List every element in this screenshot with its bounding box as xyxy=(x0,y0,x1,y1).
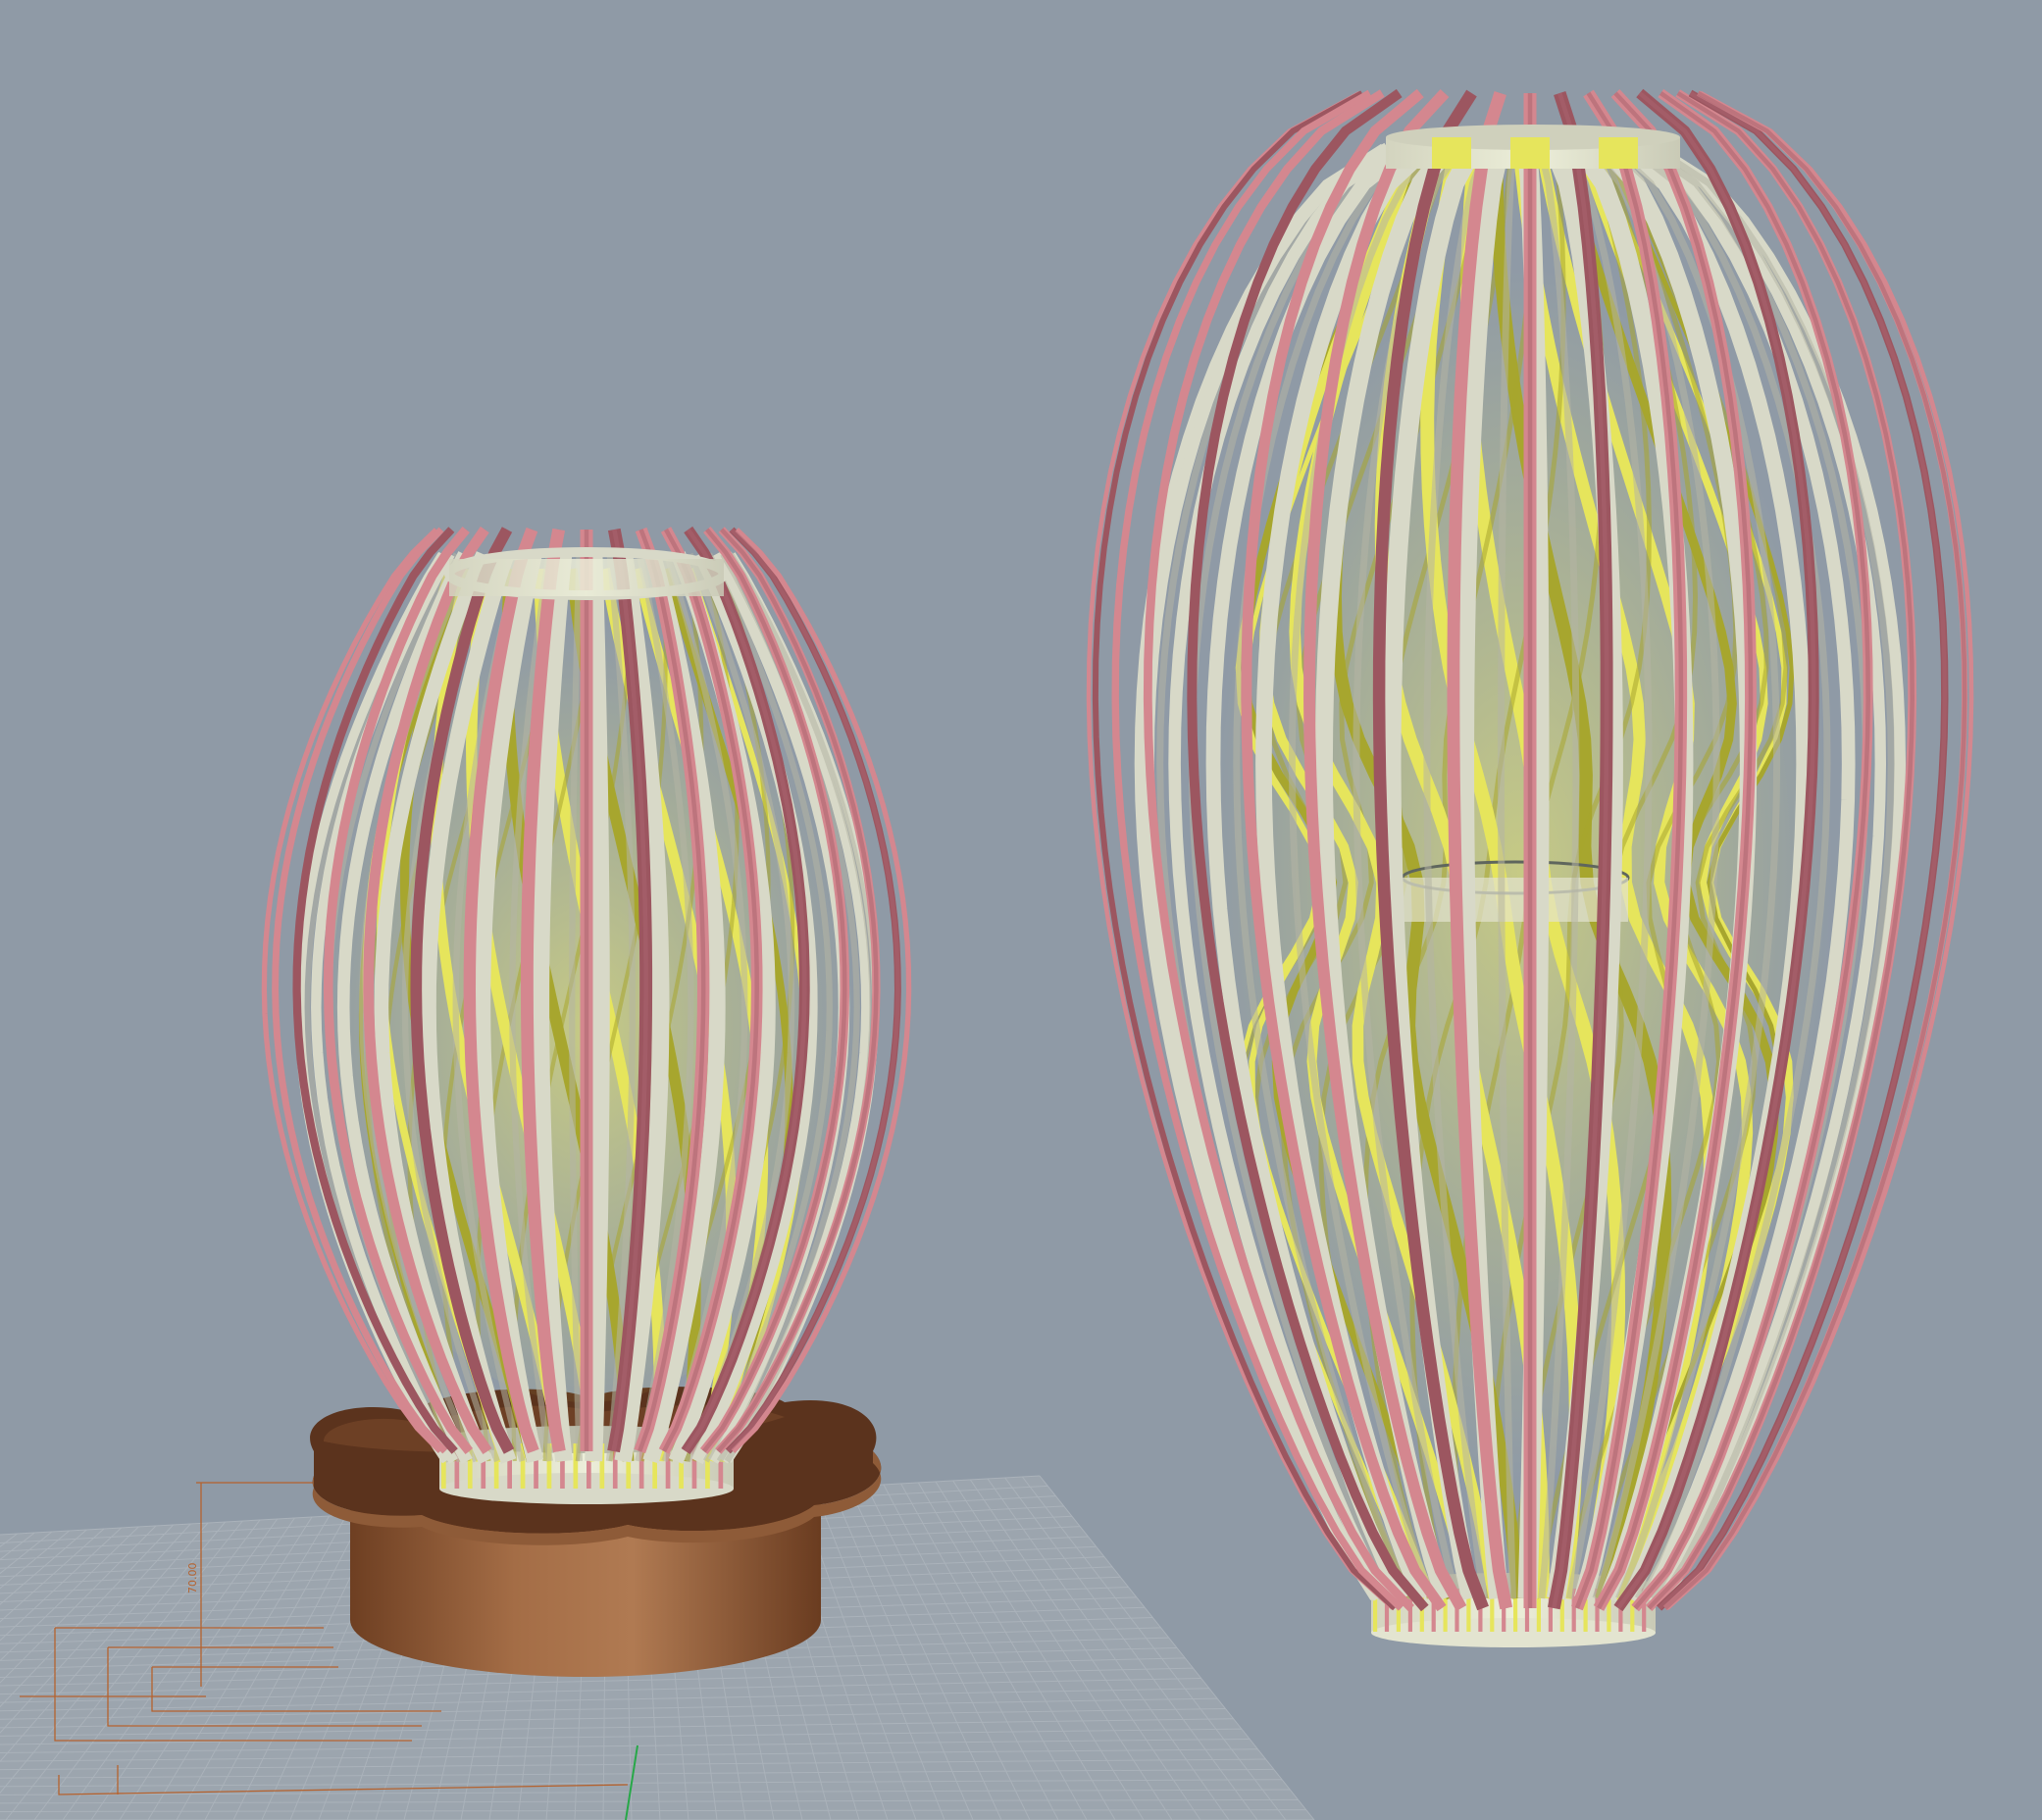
lamp-tall-top-ring xyxy=(1386,125,1680,169)
lamp-strip xyxy=(585,553,610,1462)
base-cylinder-bottom xyxy=(350,1563,821,1677)
lamp-small xyxy=(261,526,912,1677)
dimension-value-label: 70.00 xyxy=(186,1563,199,1594)
3d-viewport[interactable]: 70.00 xyxy=(0,0,2042,1820)
viewport-canvas[interactable]: 70.00 xyxy=(0,0,2042,1820)
lamp-tall xyxy=(1086,88,1974,1647)
